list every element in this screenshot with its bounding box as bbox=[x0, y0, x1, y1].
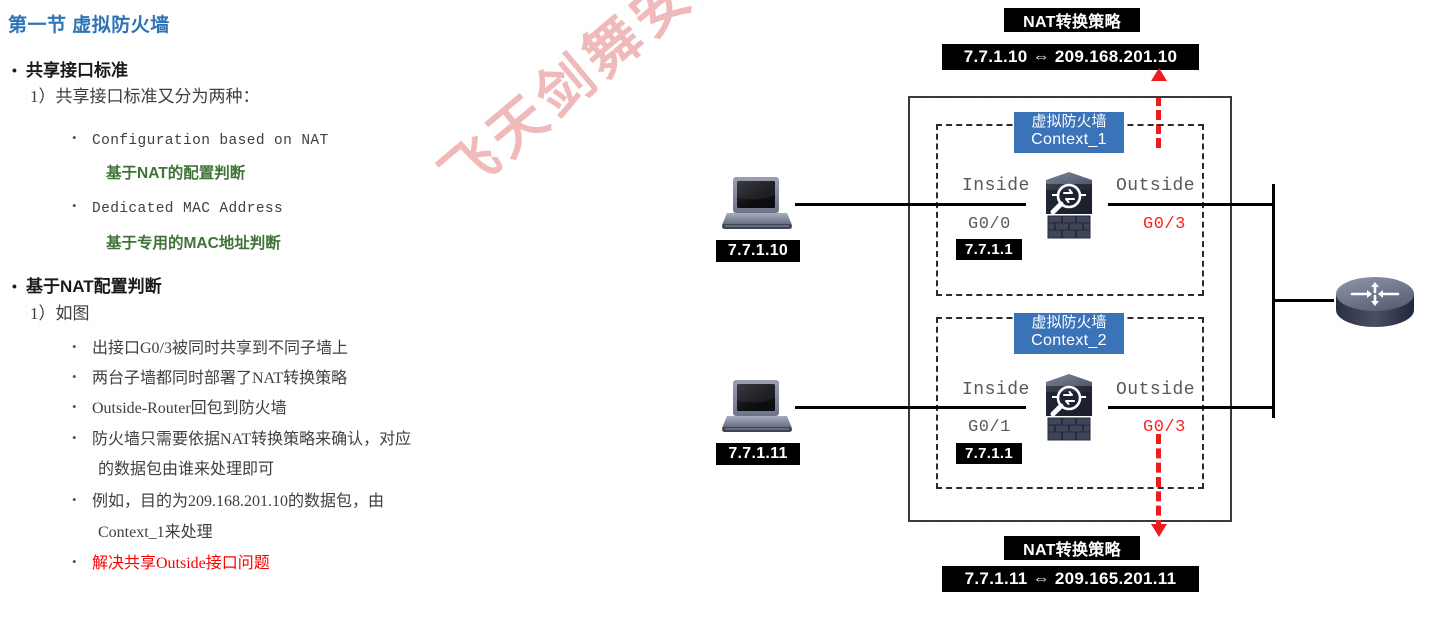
context-1-outside-interface-label: G0/3 bbox=[1143, 215, 1186, 234]
context-1-inside-zone-label: Inside bbox=[962, 176, 1030, 196]
host-1-ip-label: 7.7.1.10 bbox=[716, 240, 800, 262]
context-1-title-cn: 虚拟防火墙 bbox=[1031, 113, 1107, 130]
network-diagram: NAT转换策略 7.7.1.10 ⇔ 209.168.201.10 虚拟防火墙 … bbox=[0, 0, 1433, 622]
context-2-title-en: Context_2 bbox=[1031, 331, 1107, 349]
nat-policy-top-value: 7.7.1.10 ⇔ 209.168.201.10 bbox=[942, 44, 1199, 70]
nat-flow-down-arrow-icon bbox=[1151, 524, 1167, 537]
nat-flow-up-arrow-icon bbox=[1151, 68, 1167, 81]
nat-flow-down-dashed-line bbox=[1156, 434, 1161, 530]
context-1-title: 虚拟防火墙 Context_1 bbox=[1014, 112, 1124, 153]
context-1-inside-ip: 7.7.1.1 bbox=[956, 239, 1022, 260]
context-2-title-cn: 虚拟防火墙 bbox=[1031, 314, 1107, 331]
router-icon bbox=[1336, 277, 1414, 327]
context-2-inside-zone-label: Inside bbox=[962, 380, 1030, 400]
nat-policy-bottom-label: NAT转换策略 bbox=[1004, 536, 1140, 560]
laptop-icon bbox=[722, 380, 792, 432]
firewall-icon bbox=[1046, 172, 1092, 239]
nat-policy-top-label: NAT转换策略 bbox=[1004, 8, 1140, 32]
wire-host2-to-inside bbox=[795, 406, 1026, 409]
context-1-title-en: Context_1 bbox=[1031, 130, 1107, 148]
wire-bus-to-router bbox=[1272, 299, 1334, 302]
laptop-icon bbox=[722, 177, 792, 229]
wire-host1-to-inside bbox=[795, 203, 1026, 206]
context-2-inside-ip: 7.7.1.1 bbox=[956, 443, 1022, 464]
context-1-inside-interface-label: G0/0 bbox=[968, 215, 1011, 234]
context-2-outside-zone-label: Outside bbox=[1116, 380, 1196, 400]
nat-policy-bottom-value: 7.7.1.11 ⇔ 209.165.201.11 bbox=[942, 566, 1199, 592]
wire-outside1-to-bus bbox=[1108, 203, 1274, 206]
context-2-title: 虚拟防火墙 Context_2 bbox=[1014, 313, 1124, 354]
context-2-outside-interface-label: G0/3 bbox=[1143, 418, 1186, 437]
context-2-inside-interface-label: G0/1 bbox=[968, 418, 1011, 437]
firewall-icon bbox=[1046, 374, 1092, 441]
wire-outside2-to-bus bbox=[1108, 406, 1274, 409]
host-2-ip-label: 7.7.1.11 bbox=[716, 443, 800, 465]
context-1-outside-zone-label: Outside bbox=[1116, 176, 1196, 196]
